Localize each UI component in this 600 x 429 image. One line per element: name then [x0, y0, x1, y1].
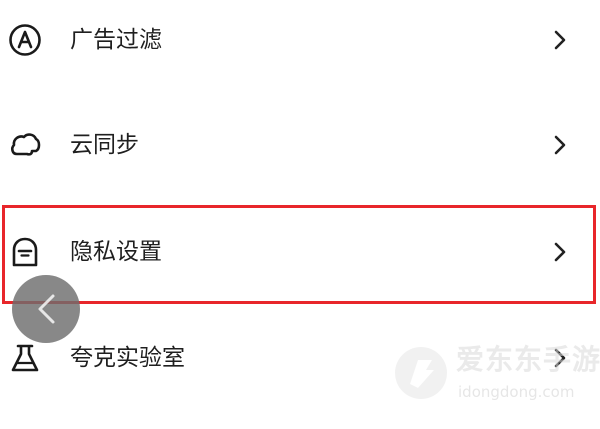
menu-item-label: 隐私设置 [70, 239, 162, 265]
menu-item-ad-filter[interactable]: 广告过滤 [0, 0, 600, 80]
menu-item-label: 云同步 [70, 132, 139, 158]
chevron-left-icon [38, 294, 55, 324]
cloud-icon [8, 128, 42, 162]
chevron-right-icon [553, 134, 567, 156]
watermark-logo-icon [392, 344, 450, 402]
chevron-right-icon [553, 29, 567, 51]
watermark-url: idongdong.com [458, 383, 575, 401]
watermark-name: 爱东东手游 [456, 343, 600, 376]
ad-block-icon [8, 23, 42, 57]
watermark: 爱东东手游 idongdong.com [392, 340, 600, 415]
back-button[interactable] [12, 275, 80, 343]
privacy-mask-icon [8, 235, 42, 269]
menu-item-cloud-sync[interactable]: 云同步 [0, 105, 600, 185]
chevron-right-icon [553, 241, 567, 263]
menu-item-privacy-settings[interactable]: 隐私设置 [0, 212, 600, 292]
menu-item-label: 夸克实验室 [70, 345, 185, 371]
flask-icon [8, 341, 42, 375]
menu-item-label: 广告过滤 [70, 27, 162, 53]
